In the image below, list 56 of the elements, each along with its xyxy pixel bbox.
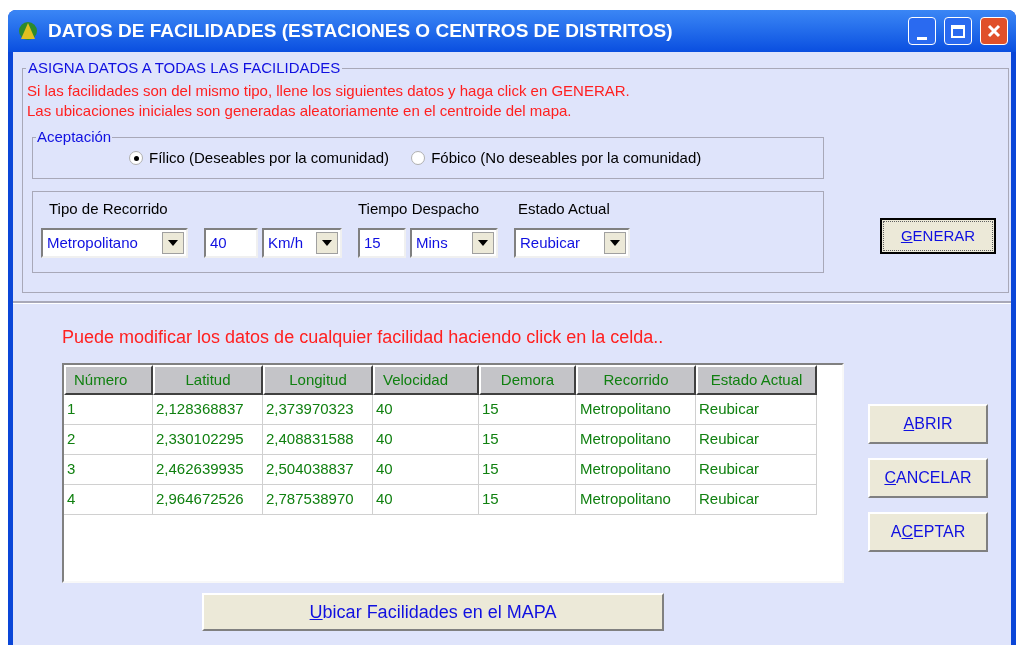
table-cell: 4 — [64, 485, 153, 515]
table-cell: 2,373970323 — [263, 395, 373, 425]
radio-option[interactable]: Fóbico (No deseables por la comunidad) — [411, 146, 702, 170]
hint-text: Puede modificar los datos de cualquier facilidad haciendo click en la celda.. — [62, 326, 665, 349]
table-cell: 15 — [479, 425, 576, 455]
app-icon — [16, 19, 40, 43]
text-field[interactable]: 40 — [204, 228, 258, 258]
table-cell: 3 — [64, 455, 153, 485]
speed-unit-dropdown[interactable]: Km/h — [262, 228, 342, 258]
radio-option[interactable]: Fílico (Deseables por la comunidad) — [129, 146, 390, 170]
action-button[interactable]: ABRIR — [868, 404, 988, 444]
maximize-button[interactable] — [944, 17, 972, 45]
table-cell: 15 — [479, 485, 576, 515]
table-cell: 2,330102295 — [153, 425, 263, 455]
table-cell: 2,462639935 — [153, 455, 263, 485]
table-cell: 15 — [479, 395, 576, 425]
action-button[interactable]: CANCELAR — [868, 458, 988, 498]
time-unit-dropdown[interactable]: Mins — [410, 228, 498, 258]
table-cell: 2,128368837 — [153, 395, 263, 425]
table-cell: 40 — [373, 485, 479, 515]
field-label: Tipo de Recorrido — [48, 198, 169, 219]
table-cell: Reubicar — [696, 425, 817, 455]
instruction-text: Las ubicaciones iniciales son generadas aleatoriamente en el centroide del mapa. — [27, 101, 573, 121]
group-title: Aceptación — [36, 128, 113, 146]
close-icon — [987, 24, 1001, 38]
text-field[interactable]: 15 — [358, 228, 406, 258]
table-cell: Metropolitano — [576, 485, 696, 515]
table-cell: 40 — [373, 395, 479, 425]
table-cell: Metropolitano — [576, 425, 696, 455]
status-dropdown[interactable]: Reubicar — [514, 228, 630, 258]
route-type-dropdown[interactable]: Metropolitano — [41, 228, 188, 258]
table-cell: 2 — [64, 425, 153, 455]
field-label: Tiempo Despacho — [358, 198, 481, 219]
close-button[interactable] — [980, 17, 1008, 45]
action-button[interactable]: ACEPTAR — [868, 512, 988, 552]
minimize-button[interactable] — [908, 17, 936, 45]
table-cell: 2,504038837 — [263, 455, 373, 485]
table-cell: 1 — [64, 395, 153, 425]
radio-button[interactable] — [411, 151, 426, 165]
locate-on-map-button[interactable]: Ubicar Facilidades en el MAPA — [202, 593, 664, 631]
table-cell: 2,787538970 — [263, 485, 373, 515]
generate-button[interactable]: GENERAR — [880, 218, 996, 254]
instruction-text: Si las facilidades son del mismo tipo, llene los siguientes datos y haga click en GENERAR. — [27, 81, 631, 101]
table-cell: Metropolitano — [576, 395, 696, 425]
table-cell: Reubicar — [696, 395, 817, 425]
radio-button[interactable] — [129, 151, 143, 165]
field-label: Estado Actual — [517, 198, 611, 219]
table-cell: 40 — [373, 425, 479, 455]
table-cell: Reubicar — [696, 485, 817, 515]
table-cell: Reubicar — [696, 455, 817, 485]
table-cell: 40 — [373, 455, 479, 485]
table-cell: 2,964672526 — [153, 485, 263, 515]
window-title: DATOS DE FACILIDADES (ESTACIONES O CENTROS DE DISTRITOS) — [48, 18, 674, 43]
table-cell: 2,408831588 — [263, 425, 373, 455]
table-cell: 15 — [479, 455, 576, 485]
table-cell: Metropolitano — [576, 455, 696, 485]
